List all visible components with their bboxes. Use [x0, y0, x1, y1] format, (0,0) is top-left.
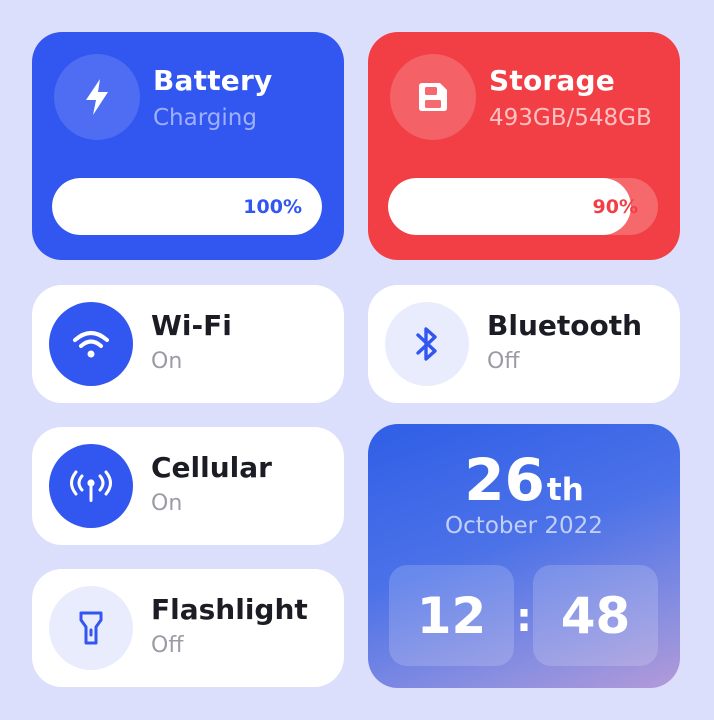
flashlight-label: Flashlight: [151, 593, 308, 626]
flashlight-icon: [49, 586, 133, 670]
cellular-label: Cellular: [151, 451, 272, 484]
day-suffix: th: [546, 472, 584, 508]
bluetooth-state: Off: [487, 349, 520, 374]
cellular-antenna-icon: [49, 444, 133, 528]
battery-status: Charging: [153, 105, 257, 131]
minute-box: 48: [533, 565, 658, 666]
bluetooth-toggle-tile[interactable]: Bluetooth Off: [368, 285, 680, 403]
wifi-label: Wi-Fi: [151, 309, 232, 342]
battery-progress-bar: 100%: [52, 178, 322, 235]
wifi-icon: [49, 302, 133, 386]
cellular-state: On: [151, 491, 183, 516]
cellular-toggle-tile[interactable]: Cellular On: [32, 427, 344, 545]
storage-percent: 90%: [592, 195, 638, 218]
flashlight-toggle-tile[interactable]: Flashlight Off: [32, 569, 344, 687]
date-time-widget: 26th October 2022 12 : 48: [368, 424, 680, 688]
wifi-state: On: [151, 349, 183, 374]
battery-card[interactable]: Battery Charging 100%: [32, 32, 344, 260]
battery-title: Battery: [153, 64, 273, 97]
day-number: 26: [464, 446, 545, 514]
wifi-toggle-tile[interactable]: Wi-Fi On: [32, 285, 344, 403]
floppy-disk-icon: [390, 54, 476, 140]
battery-percent: 100%: [243, 195, 302, 218]
storage-progress-bar: 90%: [388, 178, 658, 235]
time-separator: :: [516, 595, 532, 641]
bluetooth-icon: [385, 302, 469, 386]
day-of-month: 26th: [368, 446, 680, 514]
month-year: October 2022: [445, 513, 603, 539]
hour-box: 12: [389, 565, 514, 666]
flashlight-state: Off: [151, 633, 184, 658]
storage-title: Storage: [489, 64, 615, 97]
lightning-bolt-icon: [54, 54, 140, 140]
storage-usage: 493GB/548GB: [489, 105, 652, 131]
bluetooth-label: Bluetooth: [487, 309, 643, 342]
storage-card[interactable]: Storage 493GB/548GB 90%: [368, 32, 680, 260]
